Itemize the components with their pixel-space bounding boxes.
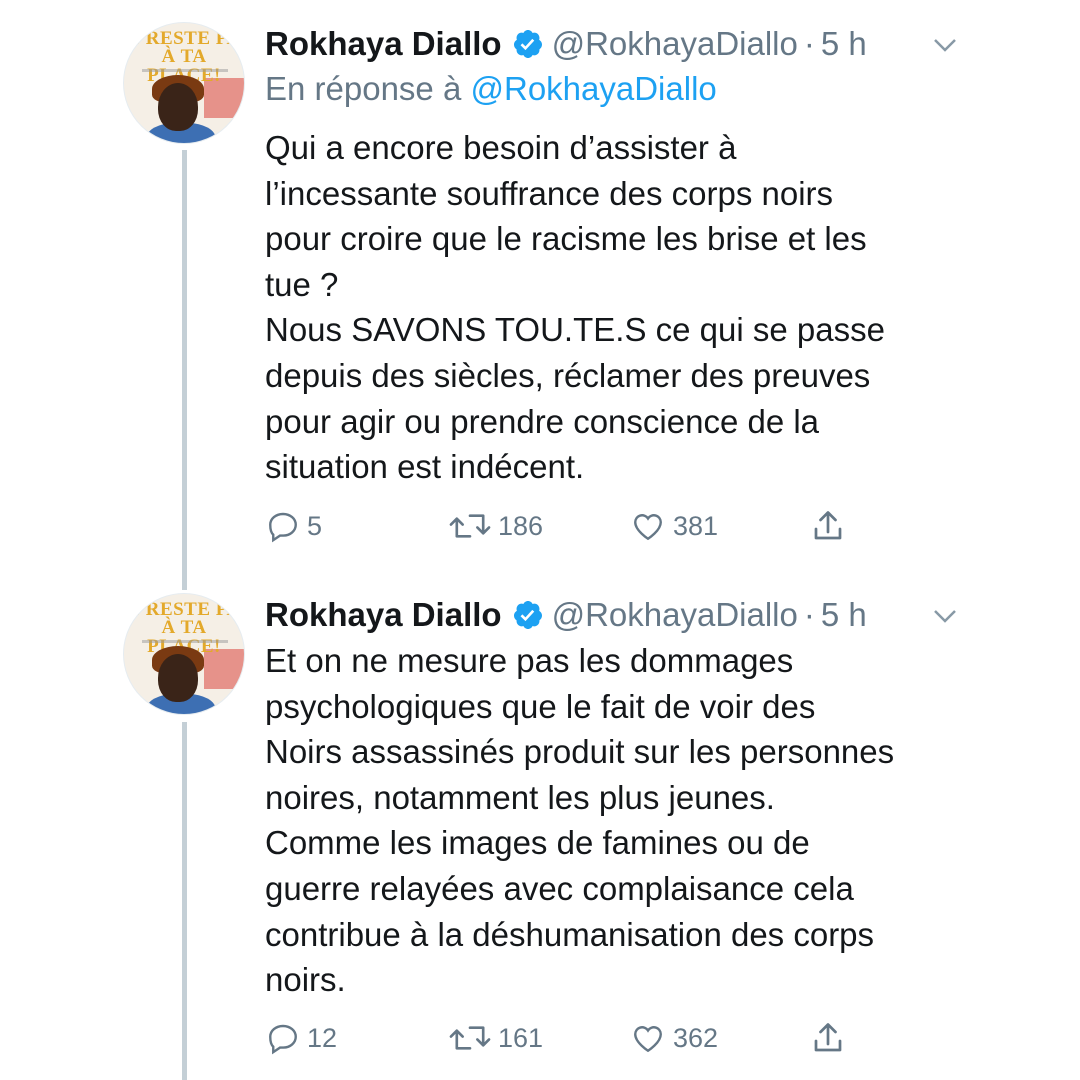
reply-icon <box>269 1024 297 1055</box>
author-name[interactable]: Rokhaya Diallo <box>265 596 502 634</box>
reply-prefix: En réponse à <box>265 70 462 107</box>
avatar-face <box>158 83 198 131</box>
tweet[interactable]: E RESTE PA À TA PLACE! Rokhaya Diallo @R… <box>0 22 1080 562</box>
tweet-text-line: noires, notamment les plus jeunes. <box>265 778 775 816</box>
reply-context: En réponse à @RokhayaDiallo <box>265 70 717 108</box>
tweet-timestamp[interactable]: 5 h <box>821 596 867 634</box>
tweet-actions: 12 161 362 <box>265 1020 865 1060</box>
tweet-timestamp[interactable]: 5 h <box>821 25 867 63</box>
tweet-header: Rokhaya Diallo @RokhayaDiallo · 5 h <box>265 593 867 637</box>
tweet-text-line: noirs. <box>265 961 346 999</box>
retweet-count: 186 <box>498 510 544 541</box>
reply-button[interactable]: 5 <box>265 508 322 544</box>
tweet-text-line: Noirs assassinés produit sur les personn… <box>265 733 895 771</box>
tweet-text-line: psychologiques que le fait de voir des <box>265 687 816 725</box>
chevron-down-icon[interactable] <box>930 601 960 631</box>
like-button[interactable]: 381 <box>629 508 718 544</box>
heart-icon <box>634 514 662 541</box>
avatar-subtitle <box>142 640 228 643</box>
meta-separator: · <box>803 25 815 62</box>
tweet-text-line: depuis des siècles, réclamer des preuves <box>265 356 871 394</box>
author-handle[interactable]: @RokhayaDiallo <box>552 25 798 63</box>
like-count: 362 <box>673 1022 719 1053</box>
reply-count: 12 <box>307 1022 338 1053</box>
retweet-count: 161 <box>498 1022 544 1053</box>
author-handle[interactable]: @RokhayaDiallo <box>552 596 798 634</box>
tweet-text-line: tue ? <box>265 265 339 303</box>
avatar-face <box>158 654 198 702</box>
like-button[interactable]: 362 <box>629 1020 718 1056</box>
avatar-subtitle <box>142 69 228 72</box>
verified-badge-icon <box>513 601 542 629</box>
tweet[interactable]: E RESTE PA À TA PLACE! Rokhaya Diallo @R… <box>0 593 1080 1073</box>
like-count: 381 <box>673 510 719 541</box>
tweet-text-line: Comme les images de famines ou de <box>265 824 810 862</box>
retweet-button[interactable]: 161 <box>448 1020 543 1056</box>
tweet-text-line: contribue à la déshumanisation des corps <box>265 915 875 953</box>
avatar[interactable]: E RESTE PA À TA PLACE! <box>123 22 245 144</box>
reply-button[interactable]: 12 <box>265 1020 337 1056</box>
tweet-text: Qui a encore besoin d’assister à l’inces… <box>265 125 985 490</box>
tweet-text-line: pour croire que le racisme les brise et … <box>265 220 867 258</box>
tweet-header: Rokhaya Diallo @RokhayaDiallo · 5 h <box>265 22 867 66</box>
retweet-icon <box>449 1026 491 1050</box>
avatar[interactable]: E RESTE PA À TA PLACE! <box>123 593 245 715</box>
chevron-down-icon[interactable] <box>930 30 960 60</box>
share-icon <box>814 1023 842 1052</box>
tweet-text-line: guerre relayées avec complaisance cela <box>265 869 854 907</box>
reply-mention-link[interactable]: @RokhayaDiallo <box>470 70 716 107</box>
author-name[interactable]: Rokhaya Diallo <box>265 25 502 63</box>
tweet-text-line: situation est indécent. <box>265 448 585 486</box>
share-button[interactable] <box>810 508 846 544</box>
verified-badge-icon <box>513 30 542 58</box>
meta-separator: · <box>803 596 815 633</box>
share-icon <box>814 511 842 540</box>
share-button[interactable] <box>810 1020 846 1056</box>
tweet-text-line: pour agir ou prendre conscience de la <box>265 402 820 440</box>
tweet-text-line: l’incessante souffrance des corps noirs <box>265 174 834 212</box>
retweet-icon <box>449 514 491 538</box>
tweet-text: Et on ne mesure pas les dommages psychol… <box>265 638 985 1003</box>
tweet-text-line: Qui a encore besoin d’assister à <box>265 129 737 166</box>
tweet-text-line: Et on ne mesure pas les dommages <box>265 642 794 679</box>
tweet-text-line: Nous SAVONS TOU.TE.S ce qui se passe <box>265 311 885 349</box>
reply-icon <box>269 512 297 543</box>
tweet-actions: 5 186 381 <box>265 508 865 548</box>
retweet-button[interactable]: 186 <box>448 508 543 544</box>
heart-icon <box>634 1026 662 1053</box>
reply-count: 5 <box>307 510 323 541</box>
